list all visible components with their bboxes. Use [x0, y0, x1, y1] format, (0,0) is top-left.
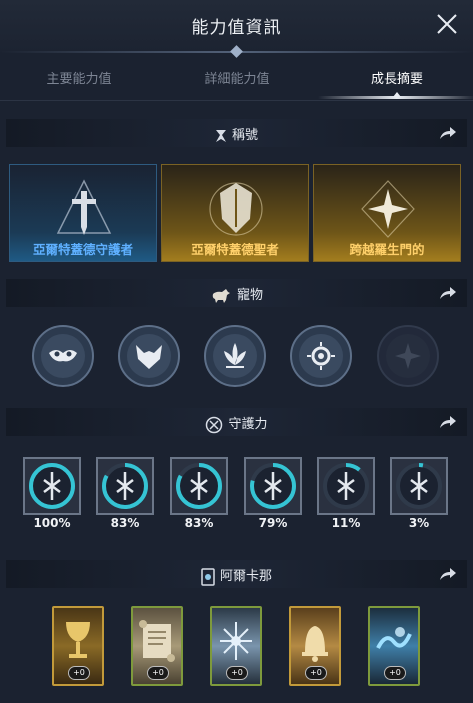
section-pets-header: 寵物: [6, 279, 467, 307]
title-card-2[interactable]: 亞爾特蓋德聖者: [161, 164, 309, 262]
tabs-divider: [0, 100, 473, 101]
guardian-tile-1[interactable]: [22, 456, 82, 516]
tab-detail-stats[interactable]: 詳細能力值: [158, 68, 316, 87]
bell-card-icon: [302, 626, 328, 662]
page-title: 能力值資訊: [191, 18, 282, 38]
title-section-icon: [215, 129, 226, 142]
arcana-card-5-badge: +0: [384, 666, 406, 680]
wave-card-icon: [376, 627, 412, 649]
arcana-card-3-badge: +0: [226, 666, 248, 680]
guardian-section-icon: [206, 416, 223, 433]
active-tab-underline: [318, 96, 473, 99]
eye-pet-icon[interactable]: [290, 325, 352, 387]
section-titles-header: 稱號: [6, 119, 467, 147]
guardian-percent-6: 3%: [408, 516, 430, 530]
section-guardian-label: 守護力: [228, 417, 268, 432]
title-card-1[interactable]: 亞爾特蓋德守護者: [9, 164, 157, 262]
arcana-card-1-badge: +0: [68, 666, 90, 680]
title-card-2-label: 亞爾特蓋德聖者: [191, 242, 279, 257]
share-arcana-icon[interactable]: [439, 566, 457, 582]
section-titles-label: 稱號: [231, 128, 258, 143]
arcana-card-2[interactable]: +0: [131, 606, 183, 686]
shield-emblem-icon: [209, 182, 263, 236]
guardian-tile-2[interactable]: [95, 456, 155, 516]
lotus-pet-icon[interactable]: [204, 325, 266, 387]
share-titles-icon[interactable]: [439, 125, 457, 141]
fox-pet-icon[interactable]: [118, 325, 180, 387]
frost-card-icon: [220, 622, 252, 660]
scroll-card-icon: [139, 620, 175, 662]
guardian-percent-4: 79%: [258, 516, 288, 530]
guardian-percent-5: 11%: [331, 516, 361, 530]
guardian-tile-4[interactable]: [243, 456, 303, 516]
arcana-card-1[interactable]: +0: [52, 606, 104, 686]
guardian-tile-3[interactable]: [169, 456, 229, 516]
share-guardian-icon[interactable]: [439, 414, 457, 430]
guardian-tile-5[interactable]: [316, 456, 376, 516]
guardian-percent-2: 83%: [110, 516, 140, 530]
arcana-card-5[interactable]: +0: [368, 606, 420, 686]
star-emblem-icon: [361, 180, 415, 238]
sword-emblem-icon: [56, 179, 112, 235]
guardian-tile-6[interactable]: [389, 456, 449, 516]
arcana-section-icon: [201, 567, 215, 586]
horse-section-icon: [212, 288, 230, 303]
guardian-percent-3: 83%: [184, 516, 214, 530]
title-card-1-label: 亞爾特蓋德守護者: [32, 242, 133, 257]
arcana-card-3[interactable]: +0: [210, 606, 262, 686]
guardian-percent-1: 100%: [33, 516, 71, 530]
section-guardian-header: 守護力: [6, 408, 467, 436]
goblet-card-icon: [66, 622, 90, 658]
section-arcana-header: 阿爾卡那: [6, 560, 467, 588]
share-pets-icon[interactable]: [439, 285, 457, 301]
arcana-card-4[interactable]: +0: [289, 606, 341, 686]
section-pets-label: 寵物: [236, 288, 263, 303]
title-card-3-label: 跨越羅生門的: [349, 242, 425, 257]
star-pet-icon[interactable]: [377, 325, 439, 387]
tab-growth-summary[interactable]: 成長摘要: [318, 68, 473, 87]
mask-pet-icon[interactable]: [32, 325, 94, 387]
title-card-3[interactable]: 跨越羅生門的: [313, 164, 461, 262]
tab-main-stats[interactable]: 主要能力值: [0, 68, 158, 87]
arcana-card-2-badge: +0: [147, 666, 169, 680]
section-arcana-label: 阿爾卡那: [219, 569, 272, 584]
close-icon[interactable]: [435, 12, 459, 36]
arcana-card-4-badge: +0: [305, 666, 327, 680]
